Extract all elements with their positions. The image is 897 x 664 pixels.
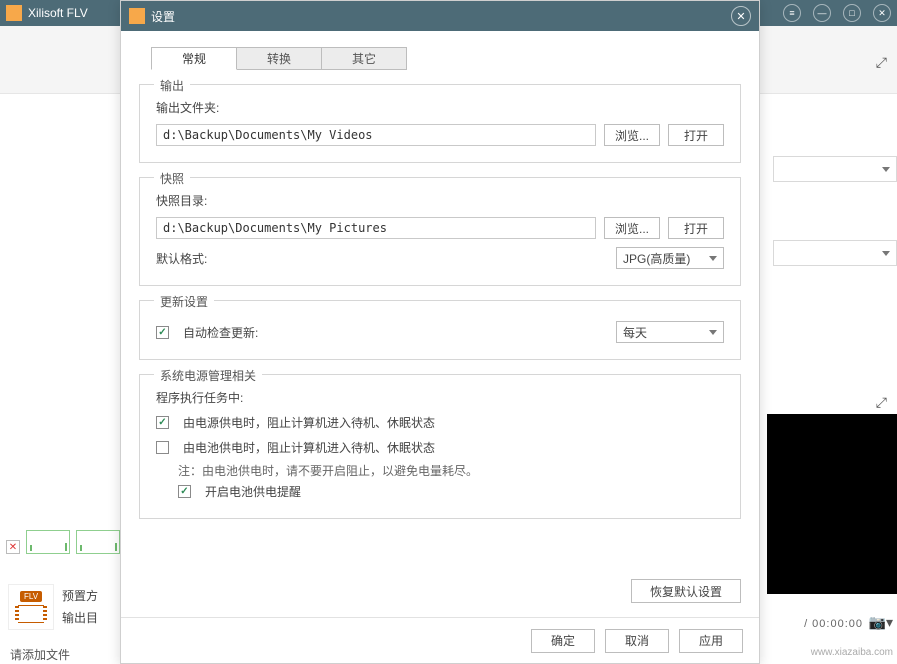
output-folder-input[interactable]: d:\Backup\Documents\My Videos [156, 124, 596, 146]
dialog-title: 设置 [151, 8, 731, 25]
output-dir-label: 输出目 [62, 607, 98, 629]
update-freq-select[interactable]: 每天 [616, 321, 724, 343]
snapshot-format-select[interactable]: JPG(高质量) [616, 247, 724, 269]
auto-check-checkbox[interactable] [156, 326, 169, 339]
tab-general[interactable]: 常规 [151, 47, 237, 70]
power-legend: 系统电源管理相关 [154, 367, 262, 384]
snapshot-dir-input[interactable]: d:\Backup\Documents\My Pictures [156, 217, 596, 239]
expand-icon[interactable]: ⤢ [876, 54, 887, 71]
cancel-button[interactable]: 取消 [605, 629, 669, 653]
auto-check-label: 自动检查更新: [183, 324, 258, 341]
preset-label: 预置方 [62, 585, 98, 607]
time-readout: / 00:00:00 [804, 618, 863, 630]
flv-format-icon: FLV [8, 584, 54, 630]
output-open-button[interactable]: 打开 [668, 124, 724, 146]
remove-thumb-button[interactable]: ✕ [6, 540, 20, 554]
restore-defaults-button[interactable]: 恢复默认设置 [631, 579, 741, 603]
tab-other[interactable]: 其它 [321, 47, 407, 70]
prevent-sleep-battery-checkbox[interactable] [156, 441, 169, 454]
camera-icon[interactable]: 📷▾ [869, 614, 893, 631]
tasks-label: 程序执行任务中: [156, 389, 243, 406]
prevent-sleep-battery-label: 由电池供电时，阻止计算机进入待机、休眠状态 [183, 439, 435, 456]
snapshot-legend: 快照 [154, 170, 190, 187]
prevent-sleep-plugged-checkbox[interactable] [156, 416, 169, 429]
bg-select-2[interactable] [773, 240, 897, 266]
update-legend: 更新设置 [154, 293, 214, 310]
dialog-icon [129, 8, 145, 24]
add-file-hint: 请添加文件 [10, 646, 70, 663]
bg-select-1[interactable] [773, 156, 897, 182]
power-group: 系统电源管理相关 程序执行任务中: 由电源供电时，阻止计算机进入待机、休眠状态 … [139, 374, 741, 519]
update-group: 更新设置 自动检查更新: 每天 [139, 300, 741, 360]
battery-reminder-label: 开启电池供电提醒 [205, 483, 301, 500]
minimize-button[interactable]: — [813, 4, 831, 22]
thumb-1[interactable] [26, 530, 70, 554]
power-note: 注：由电池供电时，请不要开启阻止，以避免电量耗尽。 [178, 462, 724, 479]
output-browse-button[interactable]: 浏览... [604, 124, 660, 146]
output-folder-label: 输出文件夹: [156, 99, 226, 116]
output-legend: 输出 [154, 77, 190, 94]
maximize-button[interactable]: □ [843, 4, 861, 22]
app-icon [6, 5, 22, 21]
watermark: www.xiazaiba.com [811, 647, 893, 658]
apply-button[interactable]: 应用 [679, 629, 743, 653]
prevent-sleep-plugged-label: 由电源供电时，阻止计算机进入待机、休眠状态 [183, 414, 435, 431]
tab-convert[interactable]: 转换 [236, 47, 322, 70]
thumb-2[interactable] [76, 530, 120, 554]
snapshot-open-button[interactable]: 打开 [668, 217, 724, 239]
snapshot-dir-label: 快照目录: [156, 192, 226, 209]
battery-reminder-checkbox[interactable] [178, 485, 191, 498]
ok-button[interactable]: 确定 [531, 629, 595, 653]
snapshot-group: 快照 快照目录: d:\Backup\Documents\My Pictures… [139, 177, 741, 286]
snapshot-format-label: 默认格式: [156, 250, 226, 267]
close-button[interactable]: ✕ [873, 4, 891, 22]
settings-button[interactable]: ≡ [783, 4, 801, 22]
video-preview [767, 414, 897, 594]
settings-dialog: 设置 ✕ 常规 转换 其它 输出 输出文件夹: d:\Backup\Docume… [120, 0, 760, 664]
output-group: 输出 输出文件夹: d:\Backup\Documents\My Videos … [139, 84, 741, 163]
dialog-close-button[interactable]: ✕ [731, 6, 751, 26]
expand-icon-2[interactable]: ⤢ [876, 394, 887, 411]
snapshot-browse-button[interactable]: 浏览... [604, 217, 660, 239]
